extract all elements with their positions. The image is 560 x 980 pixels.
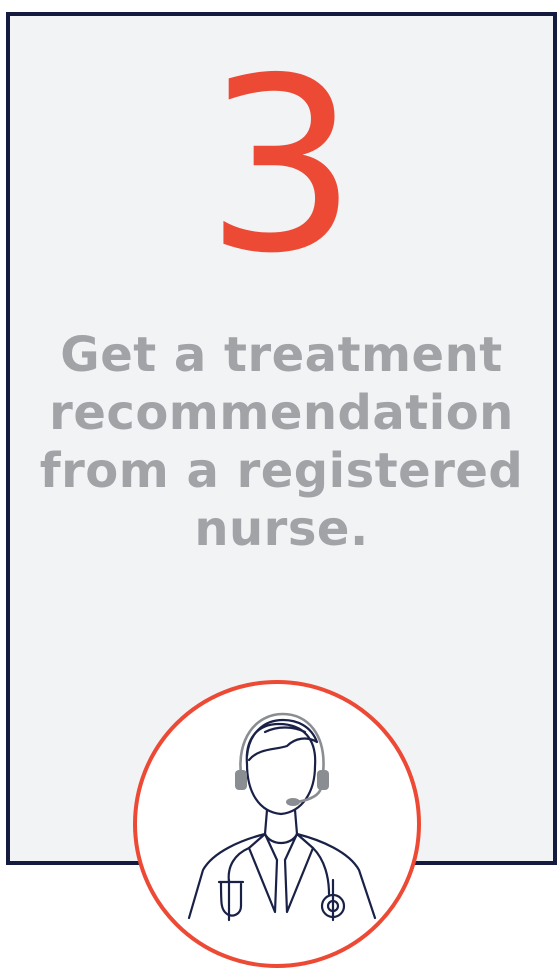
nurse-icon-badge	[133, 680, 421, 968]
step-description: Get a treatment recommendation from a re…	[39, 327, 524, 557]
step-number: 3	[205, 26, 358, 306]
nurse-with-headset-icon	[187, 712, 377, 922]
